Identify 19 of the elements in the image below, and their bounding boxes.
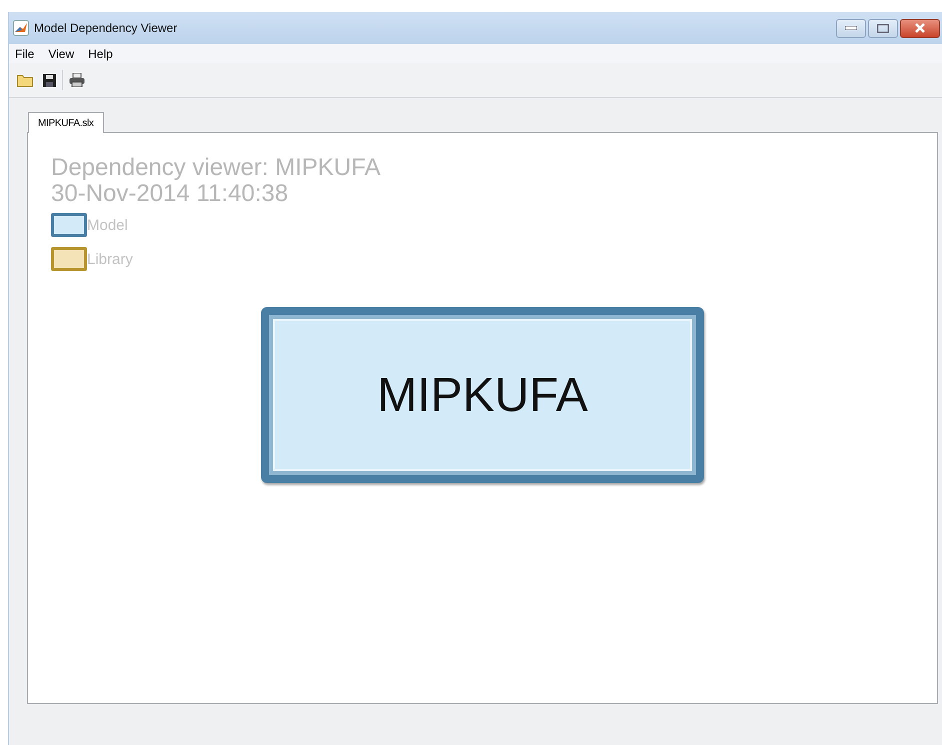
minimize-button[interactable] xyxy=(836,18,866,38)
tab[interactable]: MIPKUFA.slx xyxy=(28,112,104,133)
minimize-icon xyxy=(845,26,857,30)
diagram-title: Dependency viewer: MIPKUFA xyxy=(51,155,382,181)
timestamp: 30-Nov-2014 11:40:38 xyxy=(51,181,290,207)
printer-icon[interactable] xyxy=(69,73,85,87)
close-icon xyxy=(914,23,926,33)
legend-label: Model xyxy=(87,216,128,234)
menu-item[interactable]: File xyxy=(15,46,34,60)
close-button[interactable] xyxy=(900,18,940,38)
legend-label: Library xyxy=(87,250,133,268)
folder-icon[interactable] xyxy=(17,74,33,86)
menu-item[interactable]: View xyxy=(48,46,74,60)
maximize-icon xyxy=(877,24,889,32)
menu-item[interactable]: Help xyxy=(88,46,113,60)
app-logo-icon xyxy=(13,20,29,36)
model-node[interactable]: MIPKUFA xyxy=(261,307,704,483)
maximize-button[interactable] xyxy=(868,18,898,38)
window-title: Model Dependency Viewer xyxy=(34,21,178,35)
